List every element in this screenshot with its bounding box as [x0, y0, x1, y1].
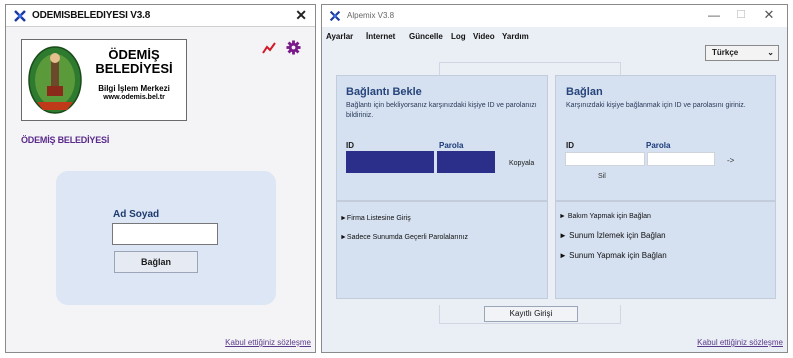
connect-button[interactable]: Bağlan: [114, 251, 198, 273]
terms-link[interactable]: Kabul ettiğiniz sözleşme: [225, 338, 311, 347]
language-select[interactable]: Türkçe ⌄: [705, 45, 779, 61]
maximize-button[interactable]: ☐: [734, 8, 748, 22]
give-presentation-link[interactable]: ► Sunum Yapmak için Bağlan: [559, 251, 667, 260]
logo: ÖDEMİŞ BELEDİYESİ Bilgi İşlem Merkezi ww…: [21, 39, 187, 121]
logo-line-1: ÖDEMİŞ: [108, 47, 160, 62]
partner-id-input[interactable]: [565, 152, 645, 166]
maintenance-connect-link[interactable]: ► Bakım Yapmak için Bağlan: [559, 213, 651, 220]
partner-password-label: Parola: [646, 141, 671, 150]
login-card: Ad Soyad Bağlan: [56, 171, 276, 305]
language-value: Türkçe: [712, 48, 739, 57]
window-title: ODEMISBELEDIYESI V3.8: [32, 10, 151, 21]
logo-line-4: www.odemis.bel.tr: [103, 94, 165, 101]
clear-button[interactable]: Sil: [598, 173, 606, 180]
menu-bar: Ayarlar İnternet Güncelle Log Video Yard…: [322, 29, 787, 45]
odemis-window: ODEMISBELEDIYESI V3.8 ✕ ÖDEMİŞ BELEDİYES…: [5, 4, 316, 353]
menu-yardim[interactable]: Yardım: [502, 32, 529, 41]
partner-id-label: ID: [566, 141, 574, 150]
my-password-field: [437, 151, 495, 173]
frame-line-bottom-left: [439, 305, 440, 323]
copy-button[interactable]: Kopyala: [509, 160, 534, 167]
menu-ayarlar[interactable]: Ayarlar: [326, 32, 353, 41]
company-list-link[interactable]: ►Firma Listesine Giriş: [340, 215, 411, 222]
connect-description: Karşınızdaki kişiye bağlanmak için ID ve…: [566, 102, 746, 109]
wait-description: Bağlantı için bekliyorsanız karşınızdaki…: [346, 102, 537, 119]
menu-video[interactable]: Video: [473, 32, 495, 41]
close-button[interactable]: ✕: [762, 7, 776, 22]
app-icon: [14, 10, 26, 22]
title-bar: Alpemix V3.8 — ☐ ✕: [322, 5, 787, 27]
logo-line-2: BELEDİYESİ: [95, 61, 173, 76]
my-id-label: ID: [346, 141, 354, 150]
watch-presentation-link[interactable]: ► Sunum İzlemek için Bağlan: [559, 231, 666, 240]
menu-internet[interactable]: İnternet: [366, 32, 395, 41]
frame-line-bottom-right: [620, 305, 621, 323]
name-input[interactable]: [112, 223, 218, 245]
title-bar: ODEMISBELEDIYESI V3.8 ✕: [6, 5, 315, 27]
frame-line-top: [439, 62, 621, 63]
partner-password-input[interactable]: [647, 152, 715, 166]
name-label: Ad Soyad: [113, 209, 160, 220]
connect-arrow-button[interactable]: ->: [727, 156, 734, 165]
minimize-button[interactable]: —: [707, 8, 721, 22]
connect-heading: Bağlan: [566, 86, 603, 98]
registered-login-button[interactable]: Kayıtlı Girişi: [484, 306, 578, 322]
my-password-label: Parola: [439, 141, 464, 150]
logo-line-3: Bilgi İşlem Merkezi: [98, 84, 170, 93]
menu-log[interactable]: Log: [451, 32, 466, 41]
menu-guncelle[interactable]: Güncelle: [409, 32, 443, 41]
terms-link[interactable]: Kabul ettiğiniz sözleşme: [697, 338, 783, 347]
window-title: Alpemix V3.8: [347, 11, 395, 20]
frame-line-bottom: [439, 323, 621, 324]
frame-line-left: [439, 62, 440, 76]
emblem-icon: [28, 46, 82, 114]
chart-icon[interactable]: [262, 41, 276, 55]
organization-label: ÖDEMİŞ BELEDİYESİ: [21, 135, 110, 145]
app-icon: [329, 10, 341, 22]
frame-line-right: [620, 62, 621, 76]
alpemix-window: Alpemix V3.8 — ☐ ✕ Ayarlar İnternet Günc…: [321, 4, 788, 353]
my-id-field: [346, 151, 434, 173]
chevron-down-icon: ⌄: [767, 48, 774, 57]
close-button[interactable]: ✕: [295, 7, 307, 23]
gear-icon[interactable]: [286, 40, 301, 55]
wait-heading: Bağlantı Bekle: [346, 86, 422, 98]
session-passwords-link[interactable]: ►Sadece Sunumda Geçerli Parolalarınız: [340, 234, 468, 241]
